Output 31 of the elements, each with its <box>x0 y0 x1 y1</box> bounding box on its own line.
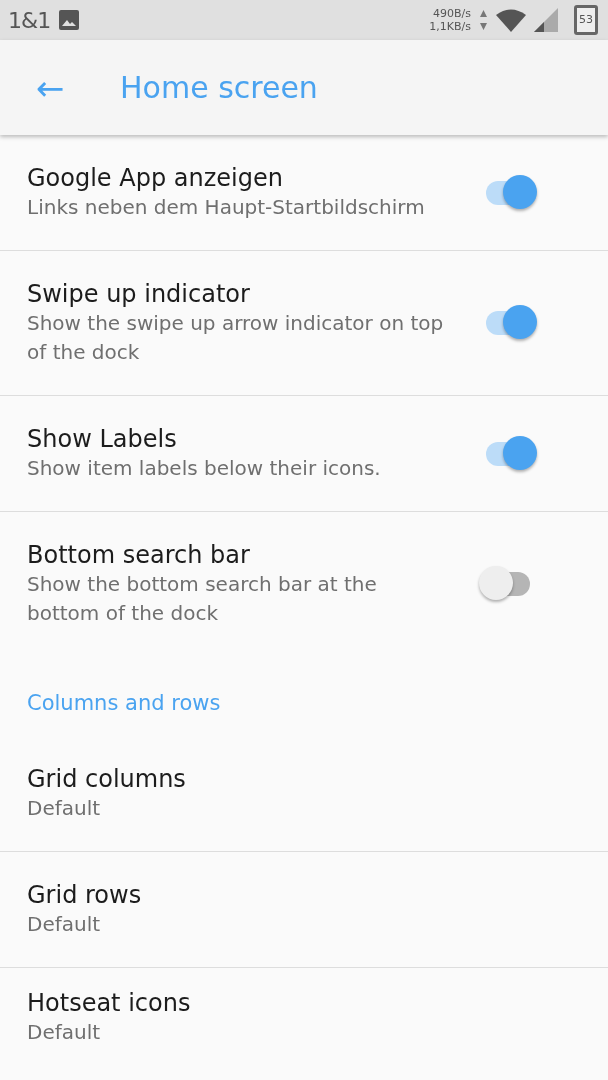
setting-row[interactable]: Show Labels Show item labels below their icons. <box>0 396 608 512</box>
setting-row[interactable]: Swipe up indicator Show the swipe up arrow indicator on top of the dock <box>0 251 608 396</box>
download-speed: 1,1KB/s <box>429 20 471 33</box>
setting-title: Grid columns <box>27 764 187 794</box>
setting-title: Grid rows <box>27 880 143 910</box>
section-header: Columns and rows <box>26 690 222 717</box>
transfer-arrows-icon <box>479 8 488 32</box>
setting-title: Google App anzeigen <box>27 163 284 193</box>
setting-title: Hotseat icons <box>27 988 192 1018</box>
carrier-name: 1&1 <box>8 6 51 35</box>
setting-title: Bottom search bar <box>27 540 251 570</box>
setting-row[interactable]: Hotseat icons Default <box>0 968 608 1047</box>
setting-row[interactable]: Google App anzeigen Links neben dem Haupt-Startbildschirm <box>0 135 608 251</box>
setting-summary: Show item labels below their icons. <box>27 455 382 482</box>
image-icon <box>58 9 81 31</box>
setting-summary: Default <box>27 911 102 938</box>
battery-icon: 53 <box>574 5 598 35</box>
wifi-icon <box>496 8 526 32</box>
signal-icon <box>534 8 558 32</box>
setting-summary: Default <box>27 1019 102 1046</box>
setting-row[interactable]: Bottom search bar Show the bottom search bar at the bottom of the dock <box>0 512 608 656</box>
setting-title: Swipe up indicator <box>27 279 251 309</box>
screen-title: Home screen <box>120 69 318 107</box>
setting-summary: Default <box>27 795 102 822</box>
setting-row[interactable]: Grid columns Default <box>0 736 608 852</box>
upload-speed: 490B/s <box>432 7 471 20</box>
setting-summary: Show the bottom search bar at the bottom of the dock <box>27 571 378 627</box>
setting-summary: Links neben dem Haupt-Startbildschirm <box>27 194 426 221</box>
setting-title: Show Labels <box>27 424 178 454</box>
setting-summary: Show the swipe up arrow indicator on top of the dock <box>27 310 445 366</box>
setting-row[interactable]: Grid rows Default <box>0 852 608 968</box>
